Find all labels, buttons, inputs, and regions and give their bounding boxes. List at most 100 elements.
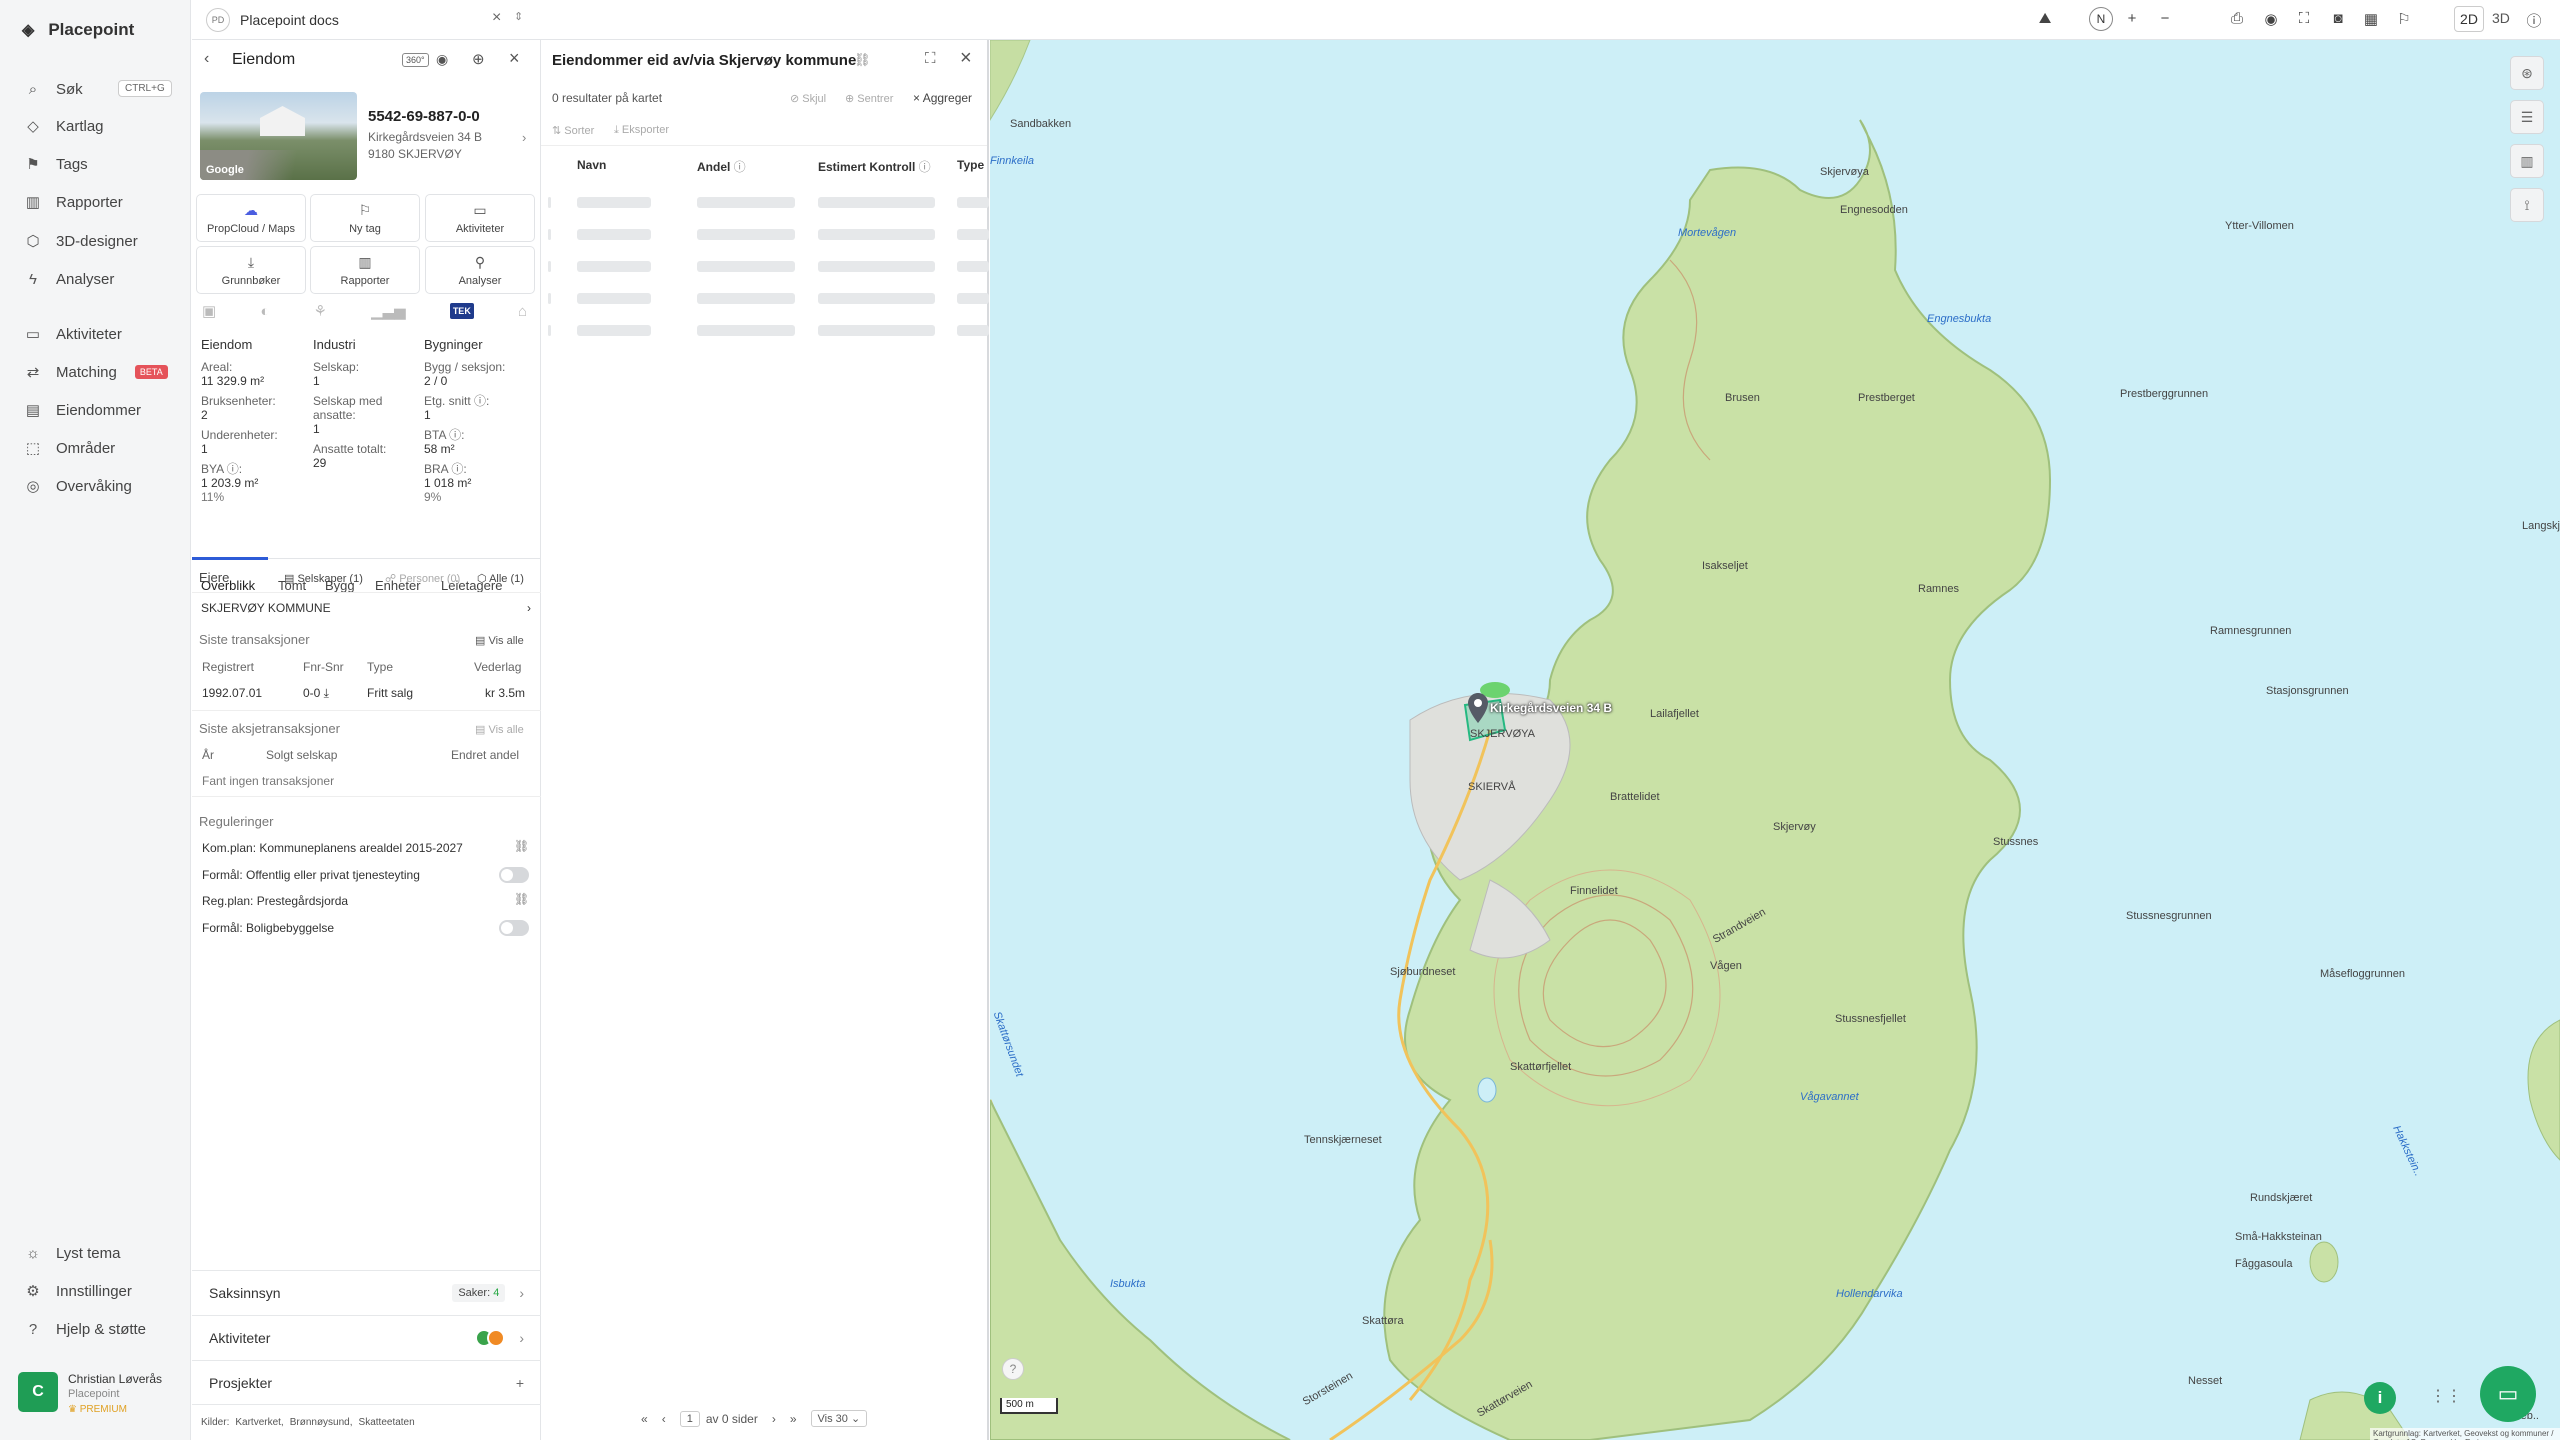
close-icon[interactable]: × <box>509 48 520 69</box>
col-type[interactable]: Type <box>957 158 984 172</box>
saksinnsyn-row[interactable]: Saksinnsyn Saker: 4 › <box>192 1270 541 1314</box>
zoom-in-icon[interactable]: + <box>2122 10 2142 27</box>
bars-icon[interactable]: ▁▃▅ <box>371 302 406 320</box>
link-icon[interactable]: ⛓ <box>854 52 871 68</box>
nav-item-3d-designer[interactable]: ⬡ 3D-designer <box>24 227 174 255</box>
prev-page-icon[interactable]: ‹ <box>662 1412 666 1426</box>
layers-3d-icon[interactable]: ⛰ <box>2035 10 2055 27</box>
first-page-icon[interactable]: « <box>641 1412 648 1426</box>
trans-fnr[interactable]: 0-0 ⤓ <box>303 686 329 701</box>
per-page-select[interactable]: Vis 30 ⌄ <box>810 1410 868 1427</box>
filter-all[interactable]: ⬡ Alle (1) <box>477 572 524 585</box>
propcloud-button[interactable]: ☁ PropCloud / Maps <box>196 194 306 242</box>
col-navn[interactable]: Navn <box>577 158 606 172</box>
last-page-icon[interactable]: » <box>790 1412 797 1426</box>
hide-button[interactable]: ⊘ Skjul <box>790 92 826 105</box>
source-link[interactable]: Skatteetaten <box>359 1417 415 1428</box>
grid-icon[interactable]: ▦ <box>2361 10 2381 28</box>
map-view[interactable]: Kirkegårdsveien 34 B Sandbakken Skjervøya… <box>990 40 2560 1440</box>
nav-item-matching[interactable]: ⇄ Matching BETA <box>24 358 174 386</box>
house-icon[interactable]: ⌂ <box>518 303 527 320</box>
nav-item-overvaking[interactable]: ◎ Overvåking <box>24 472 174 500</box>
activities-button[interactable]: ▭ Aktiviteter <box>425 194 535 242</box>
regulation-toggle[interactable] <box>499 920 529 936</box>
aggregate-button[interactable]: × Aggreger <box>913 91 972 105</box>
nav-item-kartlag[interactable]: ◇ Kartlag <box>24 112 174 140</box>
brand[interactable]: ◈ Placepoint <box>22 20 134 40</box>
map-pin[interactable] <box>1467 693 1489 723</box>
compass-north-button[interactable]: N <box>2089 7 2113 31</box>
layers-icon: ◇ <box>27 118 39 135</box>
add-circle-icon[interactable]: ⊕ <box>472 50 485 68</box>
col-estimert-kontroll[interactable]: Estimert Kontroll ⓘ <box>818 158 931 175</box>
factory-icon[interactable]: ⚘ <box>314 302 327 320</box>
info-circle-icon[interactable]: ⓘ <box>2524 10 2544 31</box>
ssb-icon[interactable]: ◐ <box>260 303 269 320</box>
nav-item-eiendommer[interactable]: ▤ Eiendommer <box>24 396 174 424</box>
br-icon[interactable]: ▣ <box>202 302 216 320</box>
filter-companies[interactable]: ▤ Selskaper (1) <box>284 572 363 585</box>
filter-persons[interactable]: ☍ Personer (0) <box>385 572 460 585</box>
back-arrow-icon[interactable]: ‹ <box>204 50 209 68</box>
col-andel[interactable]: Andel ⓘ <box>697 158 746 175</box>
bookmark-icon[interactable]: ⚐ <box>2394 10 2414 28</box>
loading-skeleton <box>697 197 795 208</box>
chevron-updown-icon[interactable]: ⇕ <box>514 10 523 23</box>
owner-row[interactable]: SKJERVØY KOMMUNE › <box>201 597 531 619</box>
expand-icon[interactable]: ⛶ <box>925 50 936 67</box>
zoom-out-icon[interactable]: − <box>2155 10 2175 27</box>
add-icon[interactable]: + <box>516 1375 524 1391</box>
chat-support-button[interactable]: ▭ <box>2480 1366 2536 1422</box>
drag-handle-icon[interactable]: ⋮⋮ <box>2430 1386 2462 1406</box>
nav-item-lyst-tema[interactable]: ☼ Lyst tema <box>24 1239 174 1267</box>
next-page-icon[interactable]: › <box>772 1412 776 1426</box>
link-icon[interactable]: ⛓ <box>514 892 529 906</box>
fullscreen-icon[interactable]: ⛶ <box>2294 10 2314 27</box>
help-icon[interactable]: ? <box>1002 1358 1024 1380</box>
map-chart-control[interactable]: ▥ <box>2510 144 2544 178</box>
view-all-share-transactions[interactable]: ▤ Vis alle <box>475 723 524 736</box>
eye-icon[interactable]: ◉ <box>436 51 448 68</box>
chevron-right-icon[interactable]: › <box>522 130 526 145</box>
camera-icon[interactable]: ◙ <box>2328 10 2348 27</box>
map-legend-control[interactable]: ☰ <box>2510 100 2544 134</box>
source-link[interactable]: Brønnøysund, <box>290 1417 353 1428</box>
tek-icon[interactable]: TEK <box>449 303 474 319</box>
prosjekter-row[interactable]: Prosjekter + <box>192 1360 541 1404</box>
nav-item-tags[interactable]: ⚑ Tags <box>24 150 174 178</box>
nav-item-analyser[interactable]: ϟ Analyser <box>24 265 174 293</box>
map-layer-control[interactable]: ⊛ <box>2510 56 2544 90</box>
analyses-button[interactable]: ⚲ Analyser <box>425 246 535 294</box>
nav-item-innstillinger[interactable]: ⚙ Innstillinger <box>24 1277 174 1305</box>
clear-workspace-icon[interactable]: × <box>492 9 501 27</box>
reports-button[interactable]: ▥ Rapporter <box>310 246 420 294</box>
mode-3d-button[interactable]: 3D <box>2492 10 2510 26</box>
workspace-selector[interactable]: PD Placepoint docs <box>206 8 339 32</box>
map-measure-control[interactable]: ⟟ <box>2510 188 2544 222</box>
nav-item-omrader[interactable]: ⬚ Områder <box>24 434 174 462</box>
page-input[interactable]: 1 <box>679 1410 700 1427</box>
street-view-thumbnail[interactable]: Google <box>200 92 357 180</box>
eye-icon[interactable]: ◉ <box>2261 10 2281 28</box>
user-menu[interactable]: C Christian Løverås Placepoint ♛ PREMIUM <box>18 1372 178 1426</box>
link-icon[interactable]: ⛓ <box>514 839 529 853</box>
close-icon[interactable]: × <box>960 47 972 70</box>
grunnboker-button[interactable]: ⤓ Grunnbøker <box>196 246 306 294</box>
regulation-toggle[interactable] <box>499 867 529 883</box>
map-place-label: Skattøra <box>1362 1315 1404 1327</box>
print-icon[interactable]: ⎙ <box>2227 10 2247 27</box>
owners-title: Eiere <box>199 570 230 585</box>
center-button[interactable]: ⊕ Sentrer <box>845 92 893 105</box>
nav-item-aktiviteter[interactable]: ▭ Aktiviteter <box>24 320 174 348</box>
aktiviteter-row[interactable]: Aktiviteter › <box>192 1315 541 1359</box>
view-all-transactions[interactable]: ▤ Vis alle <box>475 634 524 647</box>
nav-item-hjelp[interactable]: ? Hjelp & støtte <box>24 1315 174 1343</box>
export-button[interactable]: ⤓ Eksporter <box>614 124 669 137</box>
source-link[interactable]: Kartverket, <box>235 1417 283 1428</box>
sort-button[interactable]: ⇅ Sorter <box>552 124 594 137</box>
info-button[interactable]: i <box>2364 1382 2396 1414</box>
mode-2d-button[interactable]: 2D <box>2454 6 2484 32</box>
street-view-360-button[interactable]: 360° <box>402 53 429 67</box>
nav-item-rapporter[interactable]: ▥ Rapporter <box>24 188 174 216</box>
new-tag-button[interactable]: ⚐ Ny tag <box>310 194 420 242</box>
